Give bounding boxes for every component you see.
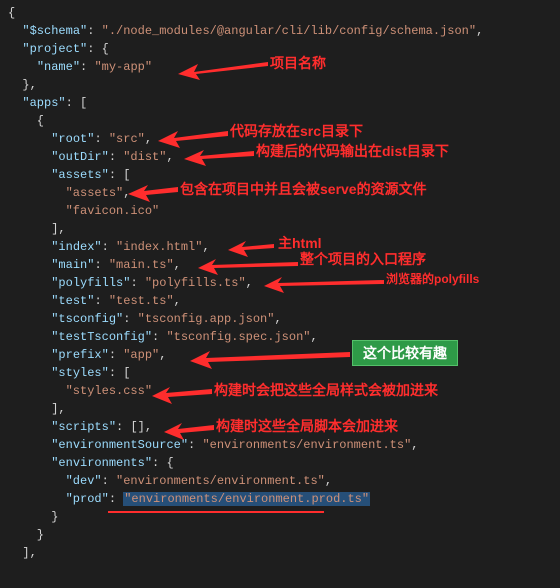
code-line: { [8,112,560,130]
code-line: "apps": [ [8,94,560,112]
code-line: "project": { [8,40,560,58]
code-line: "polyfills": "polyfills.ts", [8,274,560,292]
code-line: }, [8,76,560,94]
code-line: "testTsconfig": "tsconfig.spec.json", [8,328,560,346]
code-line: "styles.css" [8,382,560,400]
code-line: "favicon.ico" [8,202,560,220]
code-line: "dev": "environments/environment.ts", [8,472,560,490]
code-line: "index": "index.html", [8,238,560,256]
code-line: "scripts": [], [8,418,560,436]
code-line: "$schema": "./node_modules/@angular/cli/… [8,22,560,40]
code-line: "prod": "environments/environment.prod.t… [8,490,560,508]
code-line: "main": "main.ts", [8,256,560,274]
code-line: "outDir": "dist", [8,148,560,166]
code-line: ], [8,220,560,238]
code-line: "environments": { [8,454,560,472]
code-editor: { "$schema": "./node_modules/@angular/cl… [0,0,560,588]
code-line: "assets": [ [8,166,560,184]
code-line: ], [8,544,560,562]
code-line: "assets", [8,184,560,202]
code-line: "environmentSource": "environments/envir… [8,436,560,454]
code-line: "name": "my-app" [8,58,560,76]
code-line: "styles": [ [8,364,560,382]
code-line: "tsconfig": "tsconfig.app.json", [8,310,560,328]
code-line: ], [8,400,560,418]
code-line: "root": "src", [8,130,560,148]
code-line: "test": "test.ts", [8,292,560,310]
code-line: } [8,526,560,544]
underline-icon [108,511,324,513]
code-line: "prefix": "app", [8,346,560,364]
code-line: { [8,4,560,22]
